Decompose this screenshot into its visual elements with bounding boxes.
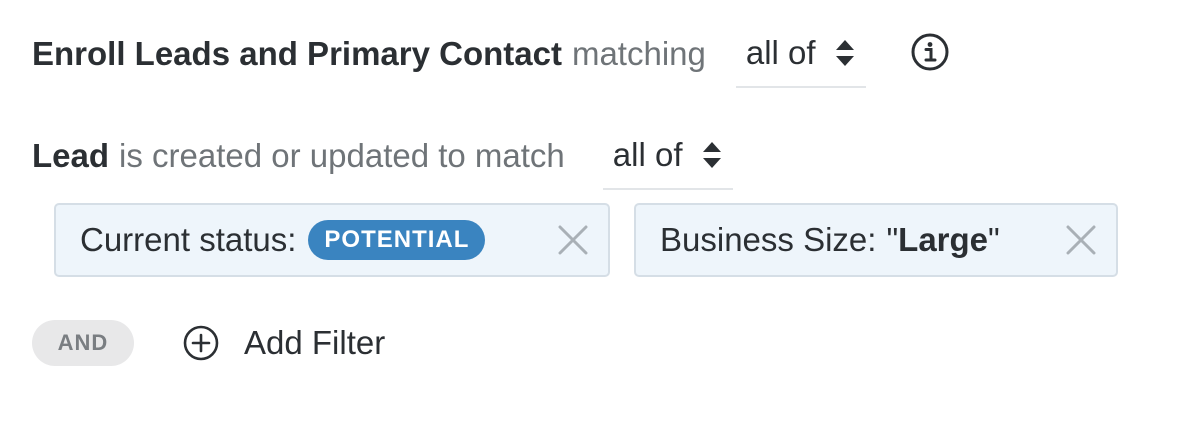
add-filter-button[interactable]: Add Filter [182,324,385,362]
lead-condition-text: is created or updated to match [119,137,565,174]
filter-chip-current-status[interactable]: Current status: POTENTIAL [54,203,610,277]
status-badge: POTENTIAL [308,220,486,260]
filter-footer: AND Add Filter [32,320,385,366]
sort-arrows-icon [835,40,854,66]
lead-match-value: all of [612,136,683,173]
filter-label: Current status: [80,221,297,258]
enroll-row: Enroll Leads and Primary Contact matchin… [32,22,950,88]
enroll-match-value: all of [745,34,816,71]
filter-label: Business Size: [660,221,877,258]
enroll-match-select[interactable]: all of [735,34,866,88]
filter-value: Large [898,221,989,258]
info-icon[interactable] [910,32,950,72]
filter-chip-business-size[interactable]: Business Size: " Large " [634,203,1118,277]
close-icon[interactable] [1064,223,1098,257]
lead-match-select[interactable]: all of [602,136,733,190]
sort-arrows-icon [702,142,721,168]
close-icon[interactable] [556,223,590,257]
filter-chips: Current status: POTENTIAL Business Size:… [54,203,1118,277]
filter-value-close-quote: " [988,221,1000,258]
lead-title: Lead [32,137,110,174]
plus-circle-icon [183,325,219,361]
matching-text: matching [571,35,706,72]
and-operator-toggle[interactable]: AND [32,320,134,366]
enroll-title: Enroll Leads and Primary Contact [32,35,562,72]
add-filter-label: Add Filter [244,324,386,361]
filter-value-open-quote: " [886,221,899,258]
lead-row: Lead is created or updated to match all … [32,124,733,190]
